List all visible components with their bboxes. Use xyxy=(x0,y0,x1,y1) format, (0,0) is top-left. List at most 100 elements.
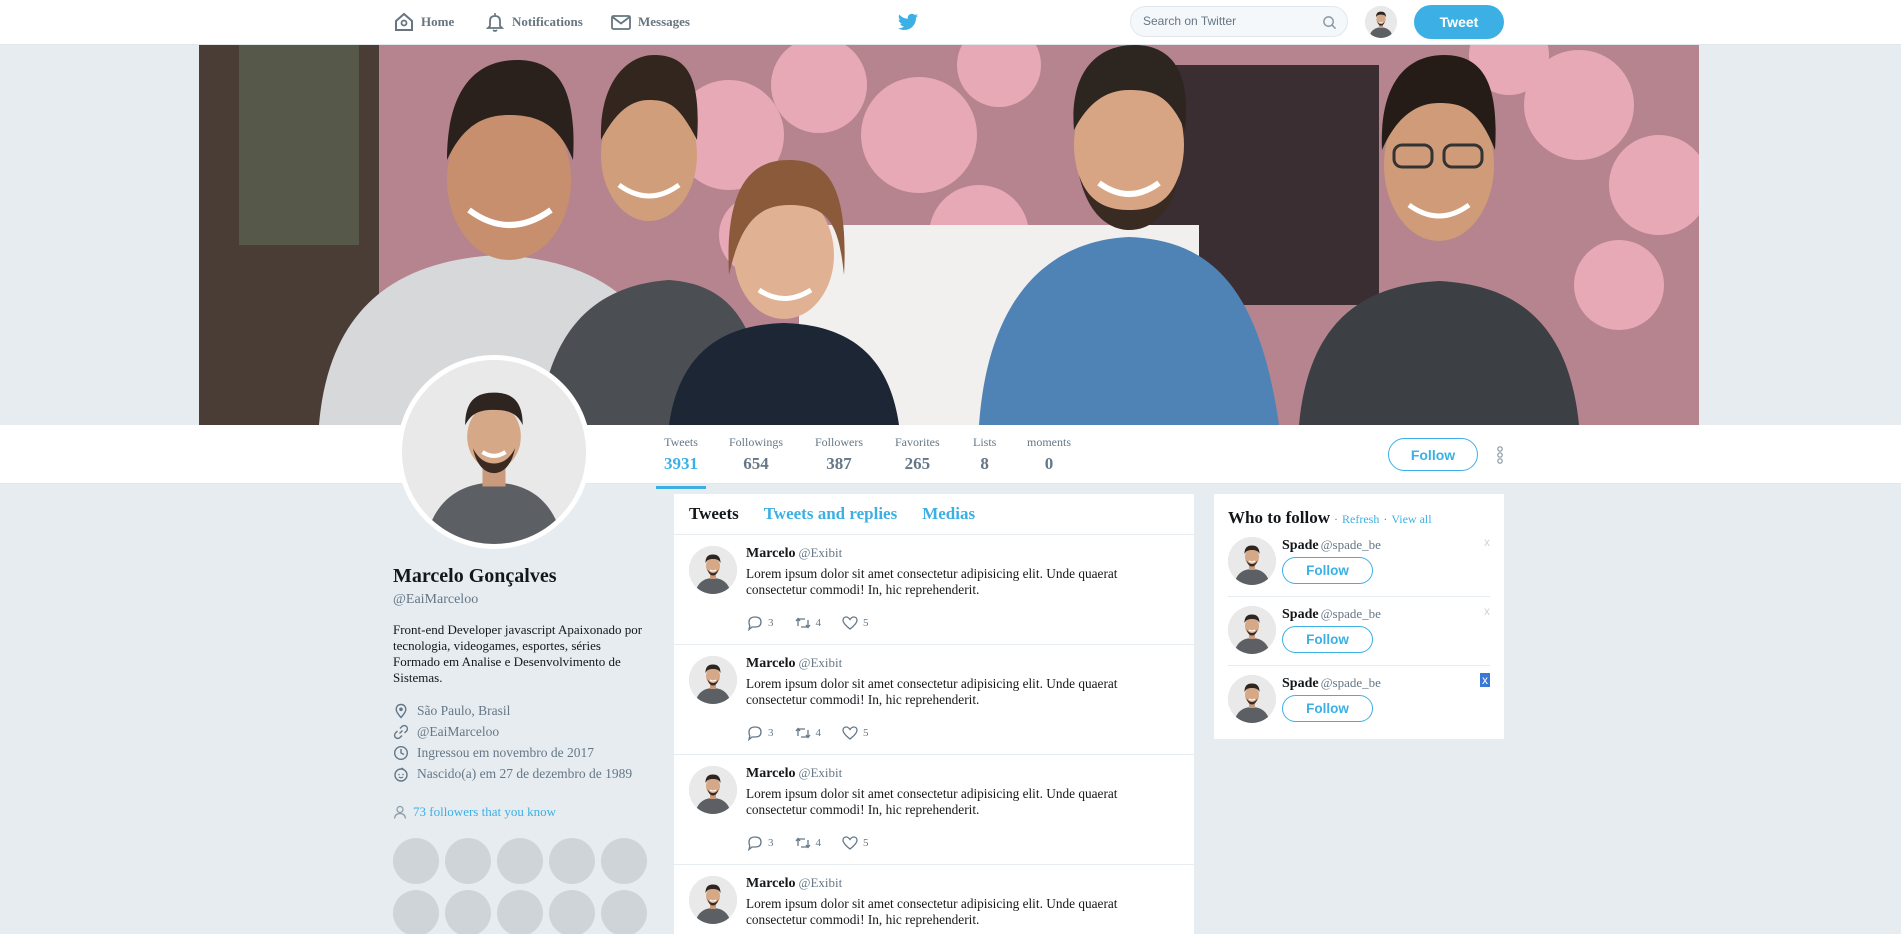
tweet-author-handle: @Exibit xyxy=(798,545,843,560)
suggestion-follow-button[interactable]: Follow xyxy=(1282,695,1373,722)
tweet-text: Lorem ipsum dolor sit amet consectetur a… xyxy=(746,566,1118,597)
more-options-icon[interactable] xyxy=(1496,445,1504,465)
tab-tweets[interactable]: Tweets xyxy=(689,504,739,524)
retweet-action[interactable]: 4 xyxy=(794,725,821,741)
stat-label: moments xyxy=(1027,435,1071,449)
tweet-header: Marcelo @Exibit xyxy=(746,655,842,672)
follower-avatar-placeholder[interactable] xyxy=(549,890,595,934)
followers-you-know-avatars xyxy=(393,838,653,934)
nav-home[interactable]: Home xyxy=(393,12,454,32)
bell-icon xyxy=(485,13,505,32)
follower-avatar-placeholder[interactable] xyxy=(393,890,439,934)
joined-text: Ingressou em novembro de 2017 xyxy=(417,744,594,760)
tweet-text: Lorem ipsum dolor sit amet consectetur a… xyxy=(746,786,1118,817)
tab-medias[interactable]: Medias xyxy=(922,504,975,524)
stat-moments[interactable]: moments 0 xyxy=(1027,435,1071,474)
tweet-item[interactable]: Marcelo @Exibit Lorem ipsum dolor sit amet… xyxy=(674,755,1194,865)
like-action[interactable]: 5 xyxy=(841,835,869,851)
dismiss-suggestion-button[interactable]: x xyxy=(1484,535,1490,549)
retweet-action[interactable]: 4 xyxy=(794,615,822,631)
follower-avatar-placeholder[interactable] xyxy=(601,838,647,884)
envelope-icon xyxy=(611,15,631,30)
suggestion-avatar[interactable] xyxy=(1228,675,1276,723)
like-count: 5 xyxy=(863,727,869,739)
view-all-link[interactable]: View all xyxy=(1391,512,1431,527)
reply-action[interactable]: 3 xyxy=(746,615,774,631)
profile-info: Marcelo Gonçalves @EaiMarceloo Front-end… xyxy=(393,565,653,934)
stat-value: 8 xyxy=(980,454,989,473)
like-action[interactable]: 5 xyxy=(841,615,869,631)
stat-followings[interactable]: Followings 654 xyxy=(729,435,783,474)
suggestion-display-name: Spade xyxy=(1282,538,1319,553)
stat-label: Followers xyxy=(815,435,863,449)
like-count: 5 xyxy=(863,837,869,849)
follower-avatar-placeholder[interactable] xyxy=(497,890,543,934)
suggestion-name[interactable]: Spade @spade_be xyxy=(1282,537,1381,554)
follower-avatar-placeholder[interactable] xyxy=(445,890,491,934)
followers-you-know-link[interactable]: 73 followers that you know xyxy=(393,804,653,820)
nav-messages[interactable]: Messages xyxy=(610,12,690,32)
nav-notifications[interactable]: Notifications xyxy=(484,12,583,32)
search-icon[interactable] xyxy=(1322,15,1337,30)
tweet-author-name[interactable]: Marcelo xyxy=(746,656,796,671)
follower-avatar-placeholder[interactable] xyxy=(445,838,491,884)
suggestion-avatar[interactable] xyxy=(1228,537,1276,585)
stat-tweets[interactable]: Tweets 3931 xyxy=(656,435,706,489)
tweet-header: Marcelo @Exibit xyxy=(746,765,842,782)
suggestion-follow-button[interactable]: Follow xyxy=(1282,626,1373,653)
suggestion-display-name: Spade xyxy=(1282,676,1319,691)
reply-action[interactable]: 3 xyxy=(746,725,774,741)
stat-followers[interactable]: Followers 387 xyxy=(815,435,863,474)
user-avatar-menu[interactable] xyxy=(1365,6,1397,38)
tweet-avatar[interactable] xyxy=(689,766,737,814)
follower-avatar-placeholder[interactable] xyxy=(497,838,543,884)
tweet-author-handle: @Exibit xyxy=(798,875,843,890)
twitter-bird-icon[interactable] xyxy=(897,11,919,33)
retweet-count: 4 xyxy=(815,617,822,629)
suggestion-follow-button[interactable]: Follow xyxy=(1282,557,1373,584)
suggestion-item: Spade @spade_be Follow x xyxy=(1228,666,1490,735)
nav-home-label: Home xyxy=(421,14,455,29)
profile-avatar[interactable] xyxy=(397,355,591,549)
tweet-item[interactable]: Marcelo @Exibit Lorem ipsum dolor sit amet… xyxy=(674,535,1194,645)
suggestion-handle: @spade_be xyxy=(1320,606,1381,621)
profile-link[interactable]: @EaiMarceloo xyxy=(393,721,653,742)
dismiss-suggestion-button[interactable]: x xyxy=(1480,673,1490,687)
tweet-item[interactable]: Marcelo @Exibit Lorem ipsum dolor sit amet… xyxy=(674,865,1194,934)
stat-lists[interactable]: Lists 8 xyxy=(973,435,996,474)
heart-icon xyxy=(842,836,858,850)
tweet-item[interactable]: Marcelo @Exibit Lorem ipsum dolor sit amet… xyxy=(674,645,1194,755)
tweet-text: Lorem ipsum dolor sit amet consectetur a… xyxy=(746,676,1118,707)
tweet-button[interactable]: Tweet xyxy=(1414,5,1504,39)
tab-tweets-and-replies[interactable]: Tweets and replies xyxy=(764,504,897,524)
follower-avatar-placeholder[interactable] xyxy=(601,890,647,934)
tweet-author-name[interactable]: Marcelo xyxy=(746,546,796,561)
like-action[interactable]: 5 xyxy=(841,725,869,741)
tweet-avatar[interactable] xyxy=(689,656,737,704)
reply-action[interactable]: 3 xyxy=(746,835,774,851)
tweet-avatar[interactable] xyxy=(689,876,737,924)
stat-favorites[interactable]: Favorites 265 xyxy=(895,435,940,474)
follower-avatar-placeholder[interactable] xyxy=(393,838,439,884)
follow-button[interactable]: Follow xyxy=(1388,438,1478,471)
reply-count: 3 xyxy=(768,617,774,629)
profile-meta: São Paulo, Brasil @EaiMarceloo Ingressou… xyxy=(393,700,653,784)
nav-notifications-label: Notifications xyxy=(512,14,583,29)
suggestion-name[interactable]: Spade @spade_be xyxy=(1282,606,1381,623)
search-input[interactable] xyxy=(1143,14,1313,28)
suggestion-avatar[interactable] xyxy=(1228,606,1276,654)
tweet-header: Marcelo @Exibit xyxy=(746,545,842,562)
tweet-avatar[interactable] xyxy=(689,546,737,594)
reply-count: 3 xyxy=(768,727,774,739)
follower-avatar-placeholder[interactable] xyxy=(549,838,595,884)
refresh-link[interactable]: Refresh xyxy=(1342,512,1379,527)
dismiss-suggestion-button[interactable]: x xyxy=(1484,604,1490,618)
suggestion-handle: @spade_be xyxy=(1320,537,1381,552)
tweet-author-name[interactable]: Marcelo xyxy=(746,766,796,781)
who-to-follow-header: Who to follow · Refresh · View all xyxy=(1228,508,1490,528)
tweet-author-name[interactable]: Marcelo xyxy=(746,876,796,891)
heart-icon xyxy=(842,726,858,740)
suggestion-name[interactable]: Spade @spade_be xyxy=(1282,675,1381,692)
retweet-action[interactable]: 4 xyxy=(794,835,821,851)
baby-face-icon xyxy=(394,767,408,782)
